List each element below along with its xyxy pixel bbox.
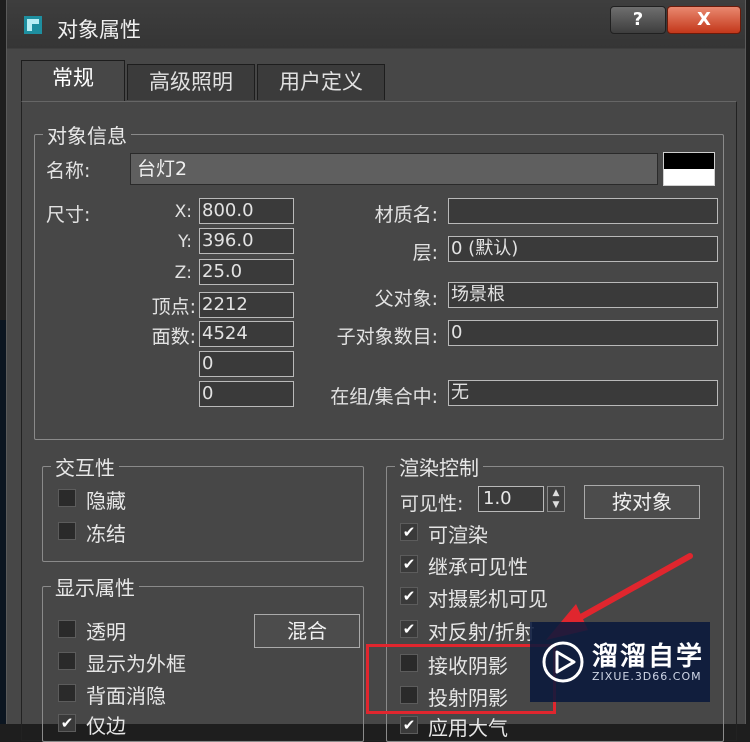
watermark: 溜溜自学 ZIXUE.3D66.COM: [530, 622, 710, 702]
annotation-arrow-icon: [546, 553, 693, 640]
watermark-url: ZIXUE.3D66.COM: [592, 670, 702, 683]
watermark-brand: 溜溜自学: [592, 642, 705, 672]
play-logo-icon: [542, 641, 584, 683]
